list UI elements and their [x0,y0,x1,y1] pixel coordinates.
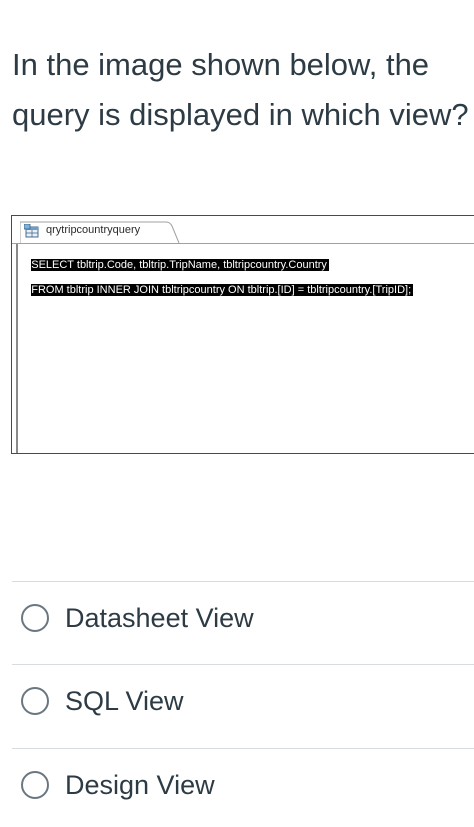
document-tab-bar: qrytripcountryquery [12,216,474,244]
option-sql-view[interactable]: SQL View [21,683,461,723]
divider [12,664,474,665]
sql-editor: SELECT tbltrip.Code, tbltrip.TripName, t… [19,246,474,309]
option-label: Design View [65,770,215,800]
option-datasheet-view[interactable]: Datasheet View [21,600,461,640]
radio-button[interactable] [21,771,49,799]
access-query-screenshot: qrytripcountryquery SELECT tbltrip.Code,… [11,215,474,454]
editor-left-rule [16,244,18,453]
radio-button[interactable] [21,604,49,632]
option-label: Datasheet View [65,603,254,633]
radio-button[interactable] [21,687,49,715]
question-text: In the image shown below, the query is d… [12,47,469,132]
divider [12,748,474,749]
sql-line-select: SELECT tbltrip.Code, tbltrip.TripName, t… [31,258,329,271]
sql-line-from: FROM tbltrip INNER JOIN tbltripcountry O… [31,283,414,296]
option-label: SQL View [65,686,184,716]
query-icon [24,224,39,238]
divider [12,581,474,582]
query-tab: qrytripcountryquery [20,221,180,244]
query-tab-label: qrytripcountryquery [46,224,141,236]
option-design-view[interactable]: Design View [21,767,461,807]
